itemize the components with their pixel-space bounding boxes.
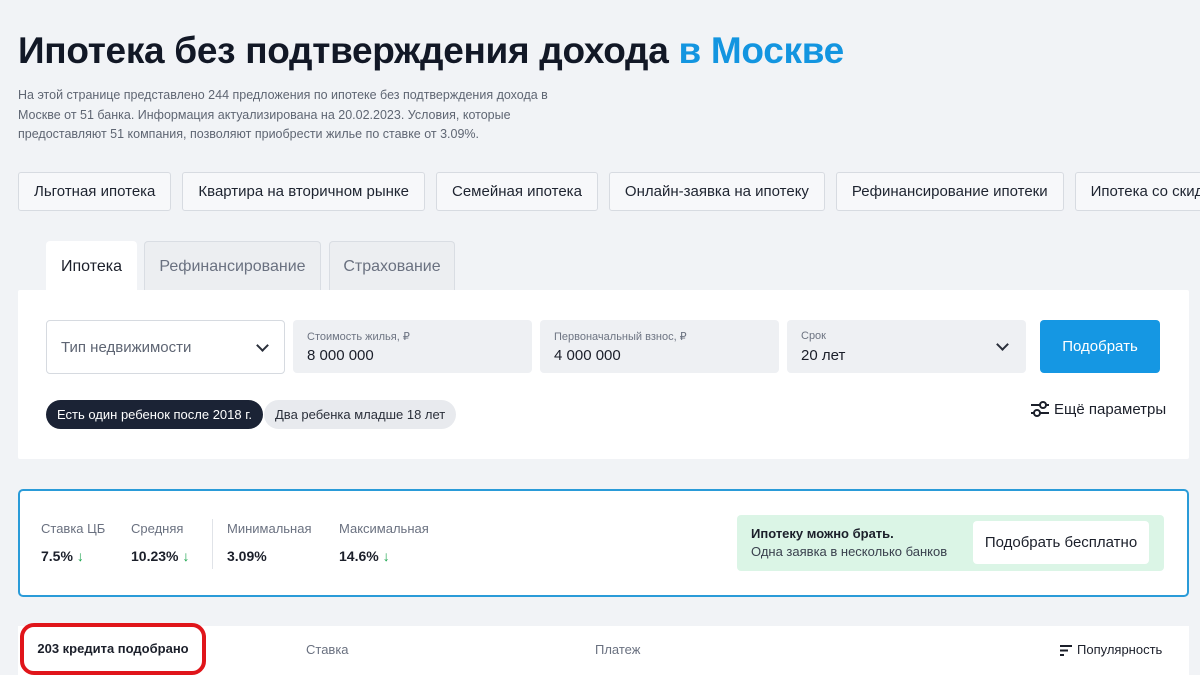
submit-button[interactable]: Подобрать [1040,320,1160,373]
property-type-select[interactable]: Тип недвижимости [46,320,285,374]
pill-one-child[interactable]: Есть один ребенок после 2018 г. [46,400,263,429]
sort-label: Популярность [1077,642,1163,657]
tab-insurance[interactable]: Страхование [329,241,455,291]
stat-cb-rate: Ставка ЦБ 7.5% ↓ [41,521,105,564]
page-title: Ипотека без подтверждения дохода в Москв… [18,30,844,72]
chip-refinancing[interactable]: Рефинансирование ипотеки [835,172,1064,211]
arrow-down-icon: ↓ [76,548,84,564]
promo-subtitle: Одна заявка в несколько банков [751,544,948,559]
cost-label: Стоимость жилья, ₽ [307,331,410,343]
search-panel: Тип недвижимости Стоимость жилья, ₽ 8 00… [18,290,1189,459]
stat-max-rate: Максимальная 14.6% ↓ [339,521,429,564]
sliders-icon [1031,401,1049,417]
quick-filter-chips: Льготная ипотека Квартира на вторичном ры… [18,172,1200,212]
arrow-down-icon: ↓ [382,548,390,564]
column-payment[interactable]: Платеж [595,642,640,657]
chevron-down-icon [996,338,1009,351]
results-count: 203 кредита подобрано [20,623,206,675]
property-type-placeholder: Тип недвижимости [61,339,192,356]
chip-preferential[interactable]: Льготная ипотека [18,172,172,211]
stats-divider [212,519,213,569]
title-main: Ипотека без подтверждения дохода [18,30,669,71]
more-params-button[interactable]: Ещё параметры [1030,400,1166,422]
page-lead: На этой странице представлено 244 предло… [18,88,548,141]
more-params-label: Ещё параметры [1054,401,1167,418]
stat-average-label: Средняя [131,521,184,536]
sort-button[interactable]: Популярность [1060,642,1162,657]
column-rate[interactable]: Ставка [306,642,349,657]
term-value: 20 лет [801,347,846,364]
tab-refinancing[interactable]: Рефинансирование [144,241,321,291]
arrow-down-icon: ↓ [182,548,190,564]
chip-secondary-market[interactable]: Квартира на вторичном рынке [182,172,425,211]
cost-value: 8 000 000 [307,347,374,364]
chip-discount[interactable]: Ипотека со скидкой [1074,172,1200,211]
promo-title: Ипотеку можно брать. [751,526,894,541]
stat-min-label: Минимальная [227,521,312,536]
stat-min-value: 3.09% [227,548,267,564]
promo-button[interactable]: Подобрать бесплатно [973,521,1149,564]
stat-cb-label: Ставка ЦБ [41,521,106,536]
sort-icon [1060,645,1072,656]
tab-mortgage[interactable]: Ипотека [46,241,137,293]
stat-min-rate: Минимальная 3.09% [227,521,312,564]
down-payment-value: 4 000 000 [554,347,621,364]
stat-max-value: 14.6% [339,548,379,564]
promo-banner: Ипотеку можно брать. Одна заявка в неско… [737,515,1164,571]
stat-average-rate: Средняя 10.23% ↓ [131,521,189,564]
term-select[interactable]: Срок 20 лет [787,320,1026,373]
rates-summary: Ставка ЦБ 7.5% ↓ Средняя 10.23% ↓ Минималь… [18,489,1189,597]
stat-average-value: 10.23% [131,548,179,564]
chip-online-application[interactable]: Онлайн-заявка на ипотеку [608,172,825,211]
down-payment-label: Первоначальный взнос, ₽ [554,331,687,343]
title-city: в Москве [678,30,844,71]
stat-max-label: Максимальная [339,521,429,536]
chevron-down-icon [256,339,269,352]
pill-two-children[interactable]: Два ребенка младше 18 лет [264,400,457,429]
term-label: Срок [801,330,826,342]
results-header: 203 кредита подобрано Ставка Платеж Попу… [18,623,1189,675]
cost-field[interactable]: Стоимость жилья, ₽ 8 000 000 [293,320,532,373]
down-payment-field[interactable]: Первоначальный взнос, ₽ 4 000 000 [540,320,779,373]
stat-cb-value: 7.5% [41,548,73,564]
chip-family[interactable]: Семейная ипотека [436,172,598,211]
